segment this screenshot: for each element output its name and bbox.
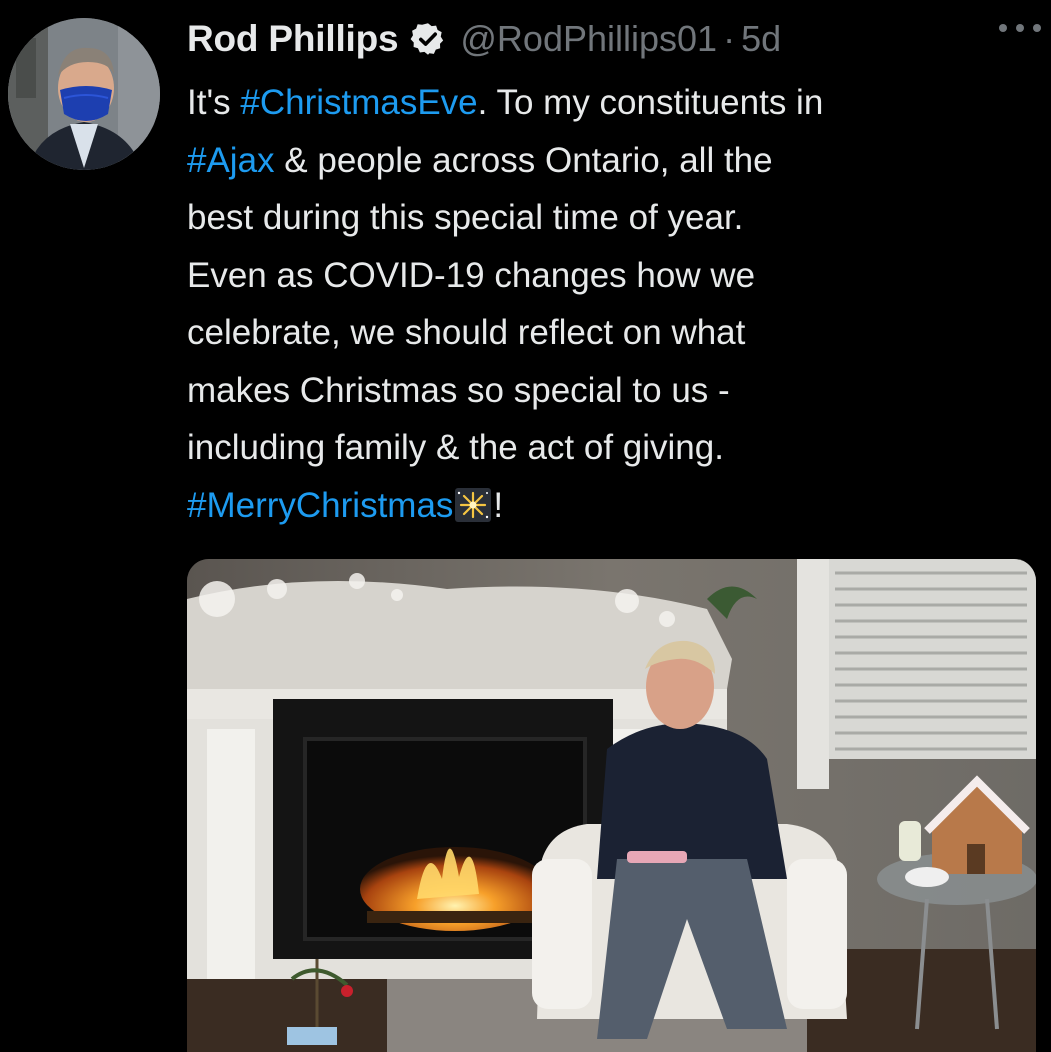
hashtag-ajax-link[interactable]: #Ajax [187,141,275,180]
fireplace-scene-image [187,559,1036,1052]
verified-badge-icon [410,23,444,55]
hashtag-christmaseve-link[interactable]: #ChristmasEve [240,83,477,122]
tweet-header: Rod Phillips @RodPhillips01 · 5d [187,14,1037,64]
tweet-text: It's #ChristmasEve. To my constituents i… [187,74,1037,534]
tweet-text-segment: It's [187,83,241,122]
tweet-text-segment: ! [493,485,504,525]
tweet-text-segment: . To my constituents in [477,83,824,122]
header-separator: · [723,18,736,59]
author-handle[interactable]: @RodPhillips01 [460,18,717,60]
tweet[interactable]: Rod Phillips @RodPhillips01 · 5d It's #C… [0,0,1051,1052]
hashtag-merrychristmas-link[interactable]: #MerryChristmas [187,486,453,525]
sparkles-emoji-icon [455,487,492,522]
more-horizontal-icon[interactable] [997,22,1043,34]
tweet-timestamp[interactable]: 5d [741,18,781,60]
tweet-media-image[interactable] [187,559,1036,1052]
author-avatar[interactable] [8,18,160,170]
author-display-name[interactable]: Rod Phillips [187,18,399,60]
tweet-text-segment: & people across Ontario, all the best du… [187,140,773,468]
avatar-photo [8,18,160,170]
